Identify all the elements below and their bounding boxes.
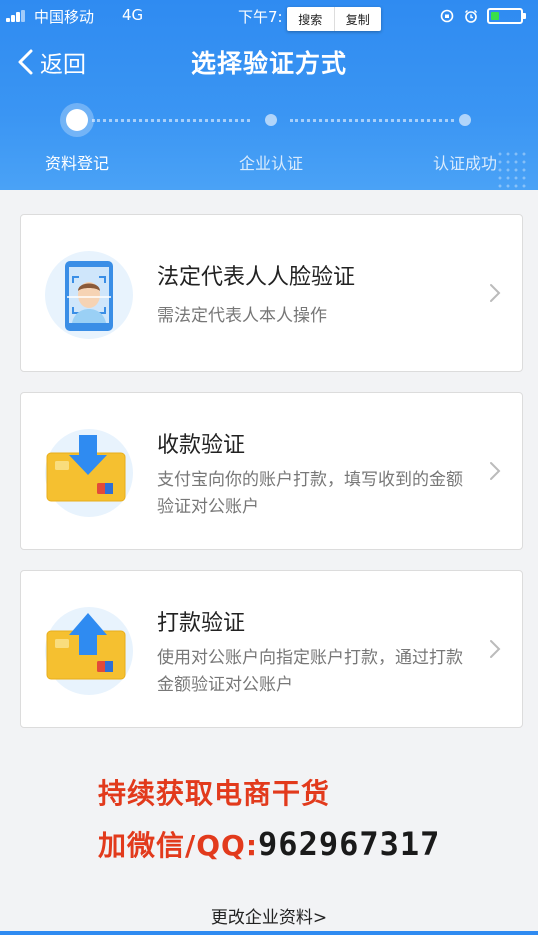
signal-icon [6, 10, 28, 22]
text-selection-popup: 搜索 复制 [287, 7, 381, 31]
network-type: 4G [122, 6, 144, 24]
orientation-lock-icon [440, 9, 454, 23]
card-send-icon [45, 607, 133, 695]
chevron-right-icon [490, 462, 501, 480]
step-dot [265, 114, 277, 126]
option-description: 支付宝向你的账户打款，填写收到的金额验证对公账户 [157, 470, 463, 517]
bottom-accent-bar [0, 931, 538, 935]
header: 中国移动 4G 下午7: 搜索 复制 返回 选择验证方式 资料登记 企业认证 认… [0, 0, 538, 190]
popup-search-button[interactable]: 搜索 [287, 7, 334, 31]
page-title: 选择验证方式 [190, 49, 347, 78]
option-face-verification[interactable]: 法定代表人人脸验证 需法定代表人本人操作 [20, 214, 523, 372]
step-label-verify: 企业认证 [238, 154, 304, 173]
status-time: 下午7: [238, 8, 283, 26]
status-bar: 中国移动 4G 下午7: 搜索 复制 [0, 0, 538, 32]
promo-text-line1: 持续获取电商干货 [98, 777, 331, 810]
step-connector [290, 119, 454, 122]
promo-contact-number: 962967317 [258, 825, 441, 863]
carrier-label: 中国移动 [34, 8, 95, 26]
face-scan-icon [45, 251, 133, 339]
option-receive-verification[interactable]: 收款验证 支付宝向你的账户打款，填写收到的金额验证对公账户 [20, 392, 523, 550]
step-dot [459, 114, 471, 126]
option-description: 使用对公账户向指定账户打款，通过打款金额验证对公账户 [157, 648, 463, 695]
change-company-info-link[interactable]: 更改企业资料> [0, 903, 538, 928]
step-connector [92, 119, 250, 122]
step-dot-current [66, 109, 88, 131]
option-title: 打款验证 [157, 611, 246, 636]
step-label-register: 资料登记 [44, 154, 110, 173]
popup-copy-button[interactable]: 复制 [333, 7, 382, 31]
alarm-icon [465, 10, 477, 23]
chevron-right-icon [490, 284, 501, 302]
promo-contact-prefix: 加微信/QQ: [98, 829, 259, 862]
promo-text-line2: 加微信/QQ:962967317 [98, 824, 440, 864]
option-description: 需法定代表人本人操作 [157, 306, 327, 326]
step-label-success: 认证成功 [432, 154, 498, 173]
chevron-right-icon [490, 640, 501, 658]
battery-icon [487, 8, 526, 24]
card-receive-icon [45, 429, 133, 517]
option-title: 法定代表人人脸验证 [157, 265, 356, 290]
option-title: 收款验证 [157, 433, 246, 458]
progress-steps: 资料登记 企业认证 认证成功 [0, 100, 538, 180]
option-send-verification[interactable]: 打款验证 使用对公账户向指定账户打款，通过打款金额验证对公账户 [20, 570, 523, 728]
